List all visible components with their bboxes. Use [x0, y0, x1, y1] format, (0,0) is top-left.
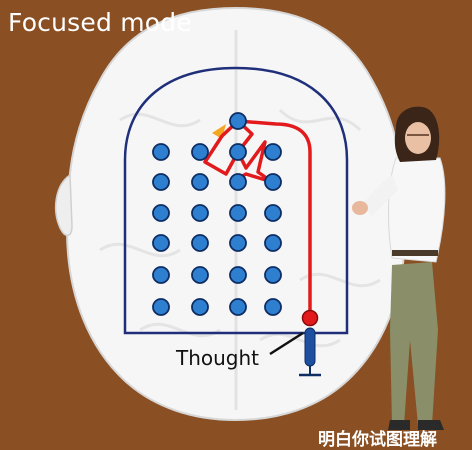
- node: [152, 143, 170, 161]
- node: [191, 298, 209, 316]
- node: [152, 234, 170, 252]
- diagram-canvas: Thought: [54, 6, 446, 430]
- node: [264, 266, 282, 284]
- node: [264, 143, 282, 161]
- node: [191, 143, 209, 161]
- node: [264, 234, 282, 252]
- node: [229, 173, 247, 191]
- title: Focused mode: [8, 8, 192, 37]
- node: [229, 204, 247, 222]
- node: [229, 143, 247, 161]
- node: [152, 204, 170, 222]
- node: [191, 173, 209, 191]
- node: [152, 266, 170, 284]
- thought-neuron-head: [301, 309, 319, 327]
- node-top: [229, 112, 247, 130]
- node: [191, 266, 209, 284]
- node: [152, 173, 170, 191]
- node: [229, 298, 247, 316]
- thought-neuron-body: [304, 327, 316, 367]
- subtitle-caption: 明白你试图理解: [318, 430, 437, 450]
- node: [191, 234, 209, 252]
- node: [152, 298, 170, 316]
- thought-label: Thought: [175, 346, 259, 370]
- node: [264, 298, 282, 316]
- node: [229, 266, 247, 284]
- node: [229, 234, 247, 252]
- node: [264, 173, 282, 191]
- node: [191, 204, 209, 222]
- node: [264, 204, 282, 222]
